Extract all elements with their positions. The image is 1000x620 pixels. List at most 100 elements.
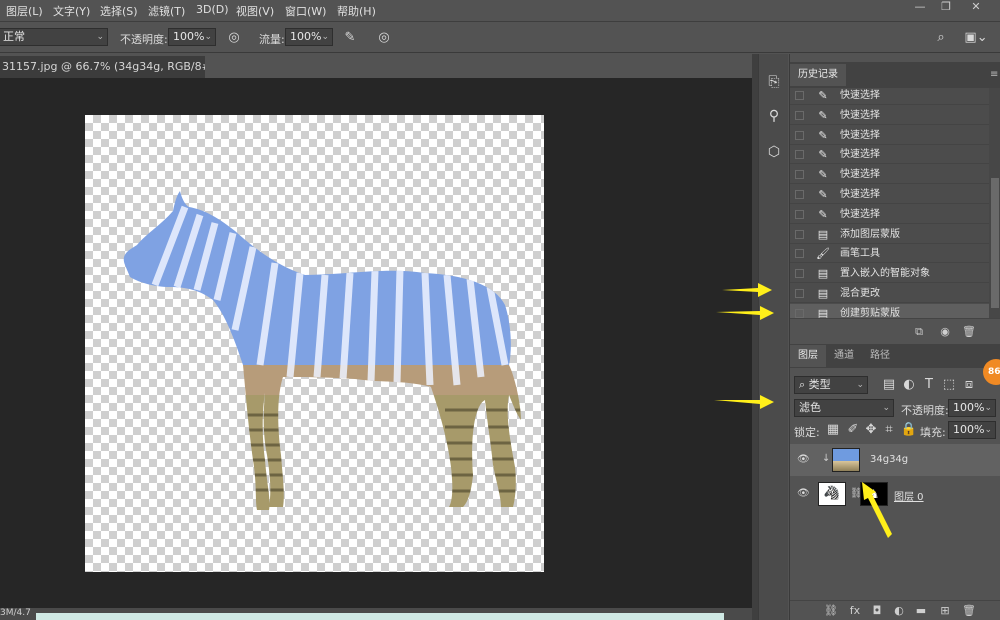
history-item[interactable]: ✎ 快速选择 <box>790 126 989 145</box>
menu-select[interactable]: 选择(S) <box>100 3 138 19</box>
history-item[interactable]: ▤ 置入嵌入的智能对象 <box>790 264 989 284</box>
history-item[interactable]: ✎ 快速选择 <box>790 205 989 224</box>
lock-transparent-icon[interactable]: ▦ <box>824 421 842 439</box>
search-icon[interactable]: ⌕ <box>932 29 950 47</box>
workspace-icon[interactable]: ▣⌄ <box>962 29 990 47</box>
eye-icon[interactable]: 👁 <box>797 488 810 499</box>
document-title: 31157.jpg @ 66.7% (34g34g, RGB/8#) * <box>2 60 205 73</box>
chevron-down-icon: ⌄ <box>321 32 329 42</box>
trash-icon[interactable]: 🗑 <box>962 604 976 618</box>
fx-icon[interactable]: fx <box>848 604 862 618</box>
history-checkbox[interactable] <box>795 170 804 180</box>
opacity-field[interactable]: 100% ⌄ <box>168 28 216 46</box>
history-item[interactable]: ▤ 创建剪贴蒙版 <box>790 303 989 318</box>
history-checkbox[interactable] <box>795 229 804 239</box>
menu-type[interactable]: 文字(Y) <box>53 3 90 19</box>
lock-position-icon[interactable]: ✥ <box>862 421 880 439</box>
menu-window[interactable]: 窗口(W) <box>285 3 326 19</box>
layer-row[interactable]: 👁 ↓ 34g34g <box>790 444 1000 476</box>
history-panel-icon[interactable]: ⎘ <box>764 72 784 92</box>
adjustment-layer-icon[interactable]: ◐ <box>892 604 906 618</box>
history-scrollbar[interactable] <box>989 88 1000 318</box>
trash-icon[interactable]: 🗑 <box>962 325 976 339</box>
menu-3d[interactable]: 3D(D) <box>196 3 229 16</box>
history-item[interactable]: ✎ 快速选择 <box>790 185 989 204</box>
history-scroll-thumb[interactable] <box>991 178 999 308</box>
document-tab[interactable]: 31157.jpg @ 66.7% (34g34g, RGB/8#) * × <box>0 56 205 78</box>
filter-smart-object-icon[interactable]: ⧈ <box>960 376 978 394</box>
status-bar: 3M/4.7 <box>0 608 752 620</box>
progress-bar <box>36 613 724 620</box>
eye-icon[interactable]: 👁 <box>797 454 810 465</box>
new-document-from-state-icon[interactable]: ⧉ <box>912 325 926 339</box>
history-checkbox[interactable] <box>795 190 804 199</box>
layer-opacity-field[interactable]: 100% ⌄ <box>948 399 996 417</box>
history-checkbox[interactable] <box>795 150 804 160</box>
group-icon[interactable]: ▬ <box>914 604 928 618</box>
tab-layers[interactable]: 图层 <box>790 345 826 367</box>
tab-history[interactable]: 历史记录 <box>790 64 846 86</box>
layer-filter-select[interactable]: ⌕ 类型 ⌄ <box>794 376 868 394</box>
filter-pixel-icon[interactable]: ▤ <box>880 376 898 394</box>
menu-layer[interactable]: 图层(L) <box>6 3 43 19</box>
close-window-button[interactable]: ✕ <box>966 0 986 14</box>
tab-channels[interactable]: 通道 <box>826 345 862 367</box>
history-checkbox[interactable] <box>795 269 804 279</box>
link-layers-icon[interactable]: ⛓ <box>824 604 838 618</box>
menu-help[interactable]: 帮助(H) <box>337 3 376 19</box>
history-item[interactable]: ✎ 快速选择 <box>790 106 989 125</box>
quick-select-icon: ✎ <box>818 188 828 201</box>
layer-row[interactable]: 👁 🦓 ⛓ ♞ 图层 0 <box>790 478 1000 510</box>
history-checkbox[interactable] <box>795 249 804 259</box>
history-item[interactable]: ✎ 快速选择 <box>790 145 989 165</box>
layer-blend-mode-value: 滤色 <box>799 401 821 414</box>
blend-mode-select[interactable]: 正常 ⌄ <box>0 28 108 46</box>
history-item[interactable]: ✎ 快速选择 <box>790 88 989 105</box>
history-item[interactable]: ✎ 快速选择 <box>790 165 989 185</box>
layer-opacity-label: 不透明度: <box>901 404 949 417</box>
pressure-size-icon[interactable]: ◎ <box>375 29 393 47</box>
pressure-opacity-icon[interactable]: ◎ <box>225 29 243 47</box>
layer-name[interactable]: 34g34g <box>870 454 908 465</box>
lock-image-icon[interactable]: ✐ <box>844 421 862 439</box>
layer-name[interactable]: 图层 0 <box>894 488 924 503</box>
history-item[interactable]: ▤ 混合更改 <box>790 284 989 303</box>
restore-button[interactable]: ❐ <box>936 0 956 14</box>
filter-type-icon[interactable]: T <box>920 376 938 394</box>
snapshot-icon[interactable]: ◉ <box>938 325 952 339</box>
panel-menu-icon[interactable]: ≡ <box>982 64 1000 86</box>
quick-select-icon: ✎ <box>818 108 828 122</box>
lock-artboard-icon[interactable]: ⌗ <box>880 421 898 439</box>
menu-view[interactable]: 视图(V) <box>236 3 274 19</box>
fill-field[interactable]: 100% ⌄ <box>948 421 996 439</box>
new-layer-icon[interactable]: ⊞ <box>938 604 952 618</box>
history-checkbox[interactable] <box>795 289 804 298</box>
annotation-arrow <box>722 283 772 297</box>
history-checkbox[interactable] <box>795 209 804 219</box>
filter-adjustment-icon[interactable]: ◐ <box>900 376 918 394</box>
history-checkbox[interactable] <box>795 91 804 100</box>
history-checkbox[interactable] <box>795 130 804 140</box>
history-checkbox[interactable] <box>795 308 804 318</box>
menu-filter[interactable]: 滤镜(T) <box>148 3 185 19</box>
tab-paths[interactable]: 路径 <box>862 345 898 367</box>
flow-label: 流量: <box>259 33 285 46</box>
properties-panel-icon[interactable]: ⚲ <box>764 106 784 126</box>
menu-bar: 图层(L) 文字(Y) 选择(S) 滤镜(T) 3D(D) 视图(V) 窗口(W… <box>0 0 1000 22</box>
document-canvas[interactable] <box>85 115 544 572</box>
history-item[interactable]: ▤ 添加图层蒙版 <box>790 225 989 244</box>
history-checkbox[interactable] <box>795 110 804 120</box>
add-mask-icon[interactable]: ◘ <box>870 604 884 618</box>
history-item-label: 混合更改 <box>840 288 880 299</box>
status-text: 3M/4.7 <box>0 608 31 618</box>
filter-shape-icon[interactable]: ⬚ <box>940 376 958 394</box>
history-item[interactable]: 🖌 画笔工具 <box>790 244 989 264</box>
flow-field[interactable]: 100% ⌄ <box>285 28 333 46</box>
history-item-label: 快速选择 <box>840 149 880 161</box>
lock-all-icon[interactable]: 🔒 <box>900 421 918 439</box>
airbrush-icon[interactable]: ✎ <box>341 29 359 47</box>
layer-blend-mode-select[interactable]: 滤色 ⌄ <box>794 399 894 417</box>
3d-panel-icon[interactable]: ⬡ <box>764 142 784 162</box>
brush-icon: 🖌 <box>816 247 830 261</box>
minimize-button[interactable]: — <box>910 0 930 14</box>
